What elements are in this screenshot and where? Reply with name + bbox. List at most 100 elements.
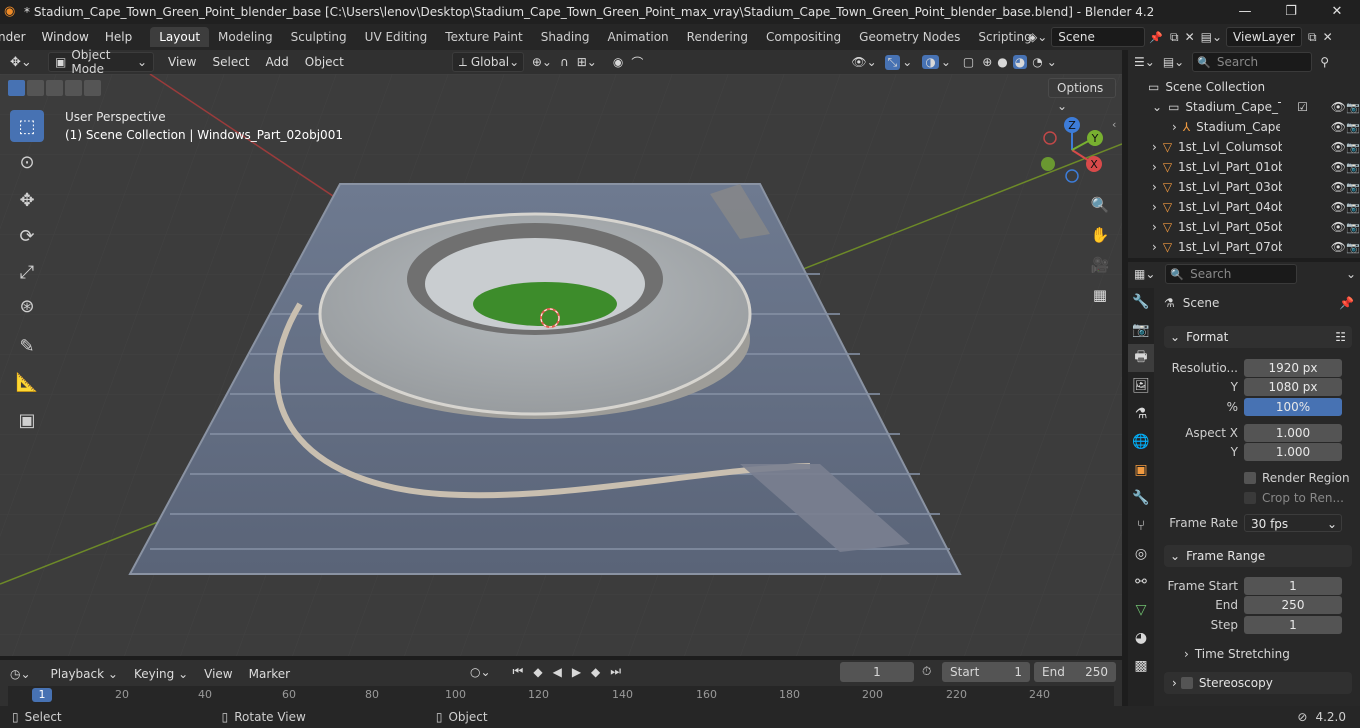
camera-icon[interactable]: 📷 [1346,121,1360,134]
transform-tool-icon[interactable]: ⊛ [10,290,44,322]
menu-add[interactable]: Add [258,55,297,69]
3d-viewport[interactable]: User Perspective (1) Scene Collection | … [0,74,1122,656]
pin-icon[interactable]: 📌 [1149,31,1163,44]
properties-editor-icon[interactable]: ▦⌄ [1134,267,1155,281]
menu-view[interactable]: View [160,55,204,69]
cursor-tool-icon[interactable]: ⊙ [10,146,44,178]
scene-tab-icon[interactable]: ⚗ [1128,400,1154,428]
marker-menu[interactable]: Marker [241,667,298,681]
eye-icon[interactable]: 👁 [1331,220,1346,234]
menu-render[interactable]: nder [0,30,34,44]
render-region-checkbox[interactable]: Render Region [1164,468,1360,488]
select-box-tool-icon[interactable]: ⬚ [10,110,44,142]
end-frame-field[interactable]: End 250 [1034,662,1116,682]
menu-object[interactable]: Object [297,55,352,69]
navigation-gizmo[interactable]: Z X Y [1036,114,1108,186]
tool-tab-icon[interactable]: 🔧 [1128,288,1154,316]
display-mode-icon[interactable]: ▤⌄ [1163,55,1184,69]
xray-icon[interactable]: ▢ [963,55,974,69]
frame-range-panel-header[interactable]: ⌄ Frame Range [1164,545,1352,567]
outliner-row-armature[interactable]: › ⅄ Stadium_Cape_ 👁 📷 [1128,117,1360,137]
select-new-icon[interactable] [8,80,25,96]
new-scene-icon[interactable]: ⧉ [1170,30,1179,45]
menu-window[interactable]: Window [34,30,97,44]
timeline-view-menu[interactable]: View [196,667,240,681]
camera-icon[interactable]: 📷 [1346,241,1360,254]
camera-view-icon[interactable]: 🎥 [1087,252,1113,278]
rotate-tool-icon[interactable]: ⟳ [10,220,44,252]
camera-icon[interactable]: 📷 [1346,201,1360,214]
jump-start-icon[interactable]: ⏮ [513,664,524,679]
frame-rate-dropdown[interactable]: 30 fps ⌄ [1244,514,1342,532]
eye-icon[interactable]: 👁 [1331,180,1346,194]
time-stretching-subpanel[interactable]: › Time Stretching [1184,647,1290,661]
pin-icon[interactable]: 📌 [1339,296,1354,310]
crop-checkbox[interactable]: Crop to Ren... [1164,488,1360,508]
tab-shading[interactable]: Shading [532,27,599,47]
delete-scene-icon[interactable]: ✕ [1185,30,1195,44]
gizmo-icon[interactable]: ⤡ [884,54,901,70]
tab-layout[interactable]: Layout [150,27,210,47]
constraints-tab-icon[interactable]: ⚯ [1128,568,1154,596]
tab-sculpting[interactable]: Sculpting [282,27,356,47]
overlay-icon[interactable]: ◑ [922,55,939,69]
play-reverse-icon[interactable]: ◀ [553,665,562,679]
pan-hand-icon[interactable]: ✋ [1087,222,1113,248]
ortho-toggle-icon[interactable]: ▦ [1087,282,1113,308]
render-tab-icon[interactable]: 📷 [1128,316,1154,344]
frame-start-field[interactable]: 1 [1244,577,1342,595]
minimize-button[interactable]: — [1222,0,1268,24]
eye-icon[interactable]: 👁 [1331,160,1346,174]
select-intersect-icon[interactable] [84,80,101,96]
scene-icon[interactable]: ◈⌄ [1028,30,1047,44]
wireframe-shading-icon[interactable]: ⊕ [982,55,992,69]
camera-icon[interactable]: 📷 [1346,141,1360,154]
material-tab-icon[interactable]: ◕ [1128,624,1154,652]
modifier-tab-icon[interactable]: 🔧 [1128,484,1154,512]
camera-icon[interactable]: 📷 [1346,181,1360,194]
eye-icon[interactable]: 👁 [1331,100,1346,114]
mode-dropdown[interactable]: ▣ Object Mode ⌄ [48,48,154,76]
presets-icon[interactable]: ☷ [1335,330,1346,344]
move-tool-icon[interactable]: ✥ [10,184,44,216]
options-dropdown[interactable]: Options ⌄ [1048,78,1116,113]
visibility-icon[interactable]: 👁⌄ [851,55,876,69]
tab-texture-paint[interactable]: Texture Paint [436,27,531,47]
tab-uv-editing[interactable]: UV Editing [356,27,437,47]
data-tab-icon[interactable]: ▽ [1128,596,1154,624]
outliner-row-object[interactable]: › ▽ 1st_Lvl_Part_07obj 👁 📷 [1128,237,1360,257]
rendered-shading-icon[interactable]: ◔ [1032,55,1042,69]
snap-icon[interactable]: ∩ [560,55,569,69]
select-invert-icon[interactable] [65,80,82,96]
scale-tool-icon[interactable]: ⤢ [10,256,44,288]
falloff-icon[interactable]: ⌒ [631,54,643,71]
tab-modeling[interactable]: Modeling [209,27,282,47]
filter-icon[interactable]: ⚲ [1320,55,1329,69]
timeline-ruler[interactable]: 1 20 40 60 80 100 120 140 160 180 200 22… [8,686,1114,706]
record-icon[interactable]: ○⌄ [470,665,491,679]
outliner-row-scene-collection[interactable]: ▭ Scene Collection [1128,77,1360,97]
eye-icon[interactable]: 👁 [1331,120,1346,134]
view-layer-tab-icon[interactable]: 🖼 [1128,372,1154,400]
expand-down-icon[interactable]: ⌄ [1152,100,1162,114]
object-tab-icon[interactable]: ▣ [1128,456,1154,484]
outliner-row-collection[interactable]: ⌄ ▭ Stadium_Cape_Tov ☑ 👁 📷 [1128,97,1360,117]
menu-select[interactable]: Select [204,55,257,69]
playhead[interactable]: 1 [32,688,52,702]
select-subtract-icon[interactable] [46,80,63,96]
eye-icon[interactable]: 👁 [1331,140,1346,154]
menu-help[interactable]: Help [97,30,140,44]
timeline-editor-icon[interactable]: ◷⌄ [10,667,31,681]
outliner-row-object[interactable]: › ▽ 1st_Lvl_Part_04obj 👁 📷 [1128,197,1360,217]
resolution-y-field[interactable]: 1080 px [1244,378,1342,396]
camera-icon[interactable]: 📷 [1346,221,1360,234]
prev-keyframe-icon[interactable]: ◆ [533,665,542,679]
material-shading-icon[interactable]: ◕ [1012,55,1028,69]
checkbox-checked-icon[interactable]: ☑ [1297,100,1308,114]
physics-tab-icon[interactable]: ◎ [1128,540,1154,568]
camera-icon[interactable]: 📷 [1346,161,1360,174]
annotate-tool-icon[interactable]: ✎ [10,330,44,362]
current-frame-field[interactable]: 1 [840,662,914,682]
chevron-down-icon[interactable]: ⌄ [1346,267,1356,281]
outliner-editor-icon[interactable]: ☰⌄ [1134,55,1155,69]
